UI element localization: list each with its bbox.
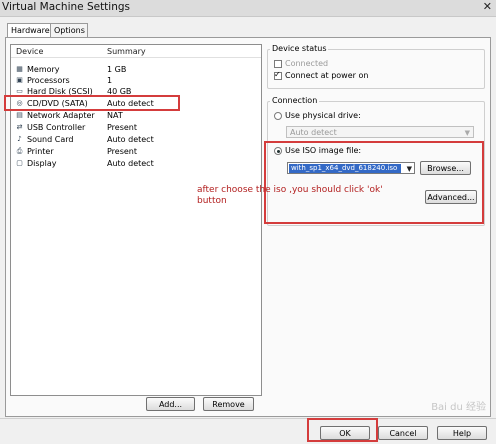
device-summary: 40 GB bbox=[107, 87, 132, 96]
physical-drive-value: Auto detect bbox=[290, 128, 337, 137]
connection-title: Connection bbox=[270, 96, 320, 105]
hard-disk-icon: ▭ bbox=[16, 87, 23, 95]
device-row-sound-card[interactable]: ♪ Sound Card Auto detect bbox=[11, 134, 261, 145]
device-row-hard-disk[interactable]: ▭ Hard Disk (SCSI) 40 GB bbox=[11, 86, 261, 97]
device-name: Memory bbox=[27, 65, 60, 74]
usb-controller-icon: ⇄ bbox=[16, 123, 23, 131]
footer-divider bbox=[0, 418, 496, 419]
device-name: Network Adapter bbox=[27, 111, 95, 120]
device-name: Hard Disk (SCSI) bbox=[27, 87, 93, 96]
use-physical-drive-label: Use physical drive: bbox=[285, 111, 361, 120]
device-name: CD/DVD (SATA) bbox=[27, 99, 88, 108]
use-iso-image-radio[interactable] bbox=[274, 147, 282, 155]
window-title: Virtual Machine Settings bbox=[2, 1, 131, 13]
device-status-title: Device status bbox=[270, 44, 329, 53]
device-summary: NAT bbox=[107, 111, 123, 120]
chevron-down-icon: ▼ bbox=[406, 165, 412, 173]
title-bar: Virtual Machine Settings ✕ bbox=[0, 0, 496, 17]
device-row-processors[interactable]: ▣ Processors 1 bbox=[11, 75, 261, 86]
add-device-button[interactable]: Add... bbox=[146, 397, 195, 411]
device-name: Processors bbox=[27, 76, 70, 85]
device-status-group bbox=[267, 49, 485, 89]
device-name: Printer bbox=[27, 147, 54, 156]
device-summary: Present bbox=[107, 147, 138, 156]
column-summary[interactable]: Summary bbox=[107, 47, 146, 56]
help-button[interactable]: Help bbox=[437, 426, 487, 440]
device-row-display[interactable]: ▢ Display Auto detect bbox=[11, 158, 261, 169]
device-row-network-adapter[interactable]: ▤ Network Adapter NAT bbox=[11, 110, 261, 121]
browse-button[interactable]: Browse... bbox=[420, 161, 471, 175]
iso-path-value: with_sp1_x64_dvd_618240.iso bbox=[289, 164, 401, 173]
sound-card-icon: ♪ bbox=[17, 135, 22, 143]
network-adapter-icon: ▤ bbox=[16, 111, 23, 119]
close-icon[interactable]: ✕ bbox=[483, 0, 492, 13]
device-summary: Auto detect bbox=[107, 135, 154, 144]
connected-label: Connected bbox=[285, 59, 329, 68]
device-row-printer[interactable]: ⎙ Printer Present bbox=[11, 146, 261, 157]
device-summary: 1 bbox=[107, 76, 113, 85]
advanced-button[interactable]: Advanced... bbox=[425, 190, 477, 204]
device-summary: Present bbox=[107, 123, 138, 132]
connect-at-power-on-checkbox[interactable] bbox=[274, 70, 282, 80]
device-list[interactable]: Device Summary ▦ Memory 1 GB ▣ Processor… bbox=[10, 44, 262, 396]
device-row-usb-controller[interactable]: ⇄ USB Controller Present bbox=[11, 122, 261, 133]
tab-options[interactable]: Options bbox=[50, 23, 88, 37]
device-row-cd-dvd[interactable]: ◎ CD/DVD (SATA) Auto detect bbox=[11, 98, 261, 109]
processor-icon: ▣ bbox=[16, 76, 23, 84]
memory-icon: ▦ bbox=[16, 65, 23, 73]
device-summary: Auto detect bbox=[107, 99, 154, 108]
device-name: USB Controller bbox=[27, 123, 86, 132]
device-summary: Auto detect bbox=[107, 159, 154, 168]
watermark: Bai du 经验 bbox=[431, 402, 486, 413]
use-physical-drive-radio[interactable] bbox=[274, 112, 282, 120]
connected-checkbox[interactable] bbox=[274, 60, 282, 68]
device-name: Display bbox=[27, 159, 57, 168]
column-device[interactable]: Device bbox=[16, 47, 43, 56]
cd-dvd-icon: ◎ bbox=[16, 99, 23, 107]
remove-device-button[interactable]: Remove bbox=[203, 397, 254, 411]
iso-path-combo[interactable]: with_sp1_x64_dvd_618240.iso ▼ bbox=[287, 162, 415, 174]
chevron-down-icon: ▼ bbox=[464, 129, 470, 137]
device-row-memory[interactable]: ▦ Memory 1 GB bbox=[11, 64, 261, 75]
ok-button[interactable]: OK bbox=[320, 426, 370, 440]
device-list-header: Device Summary bbox=[11, 45, 261, 58]
physical-drive-select[interactable]: Auto detect ▼ bbox=[286, 126, 474, 138]
device-name: Sound Card bbox=[27, 135, 74, 144]
use-iso-image-label: Use ISO image file: bbox=[285, 146, 362, 155]
display-icon: ▢ bbox=[16, 159, 23, 167]
device-summary: 1 GB bbox=[107, 65, 127, 74]
connect-at-power-on-label: Connect at power on bbox=[285, 71, 369, 80]
printer-icon: ⎙ bbox=[16, 147, 23, 155]
annotation-note: after choose the iso ,you should click '… bbox=[197, 185, 383, 206]
cancel-button[interactable]: Cancel bbox=[378, 426, 428, 440]
